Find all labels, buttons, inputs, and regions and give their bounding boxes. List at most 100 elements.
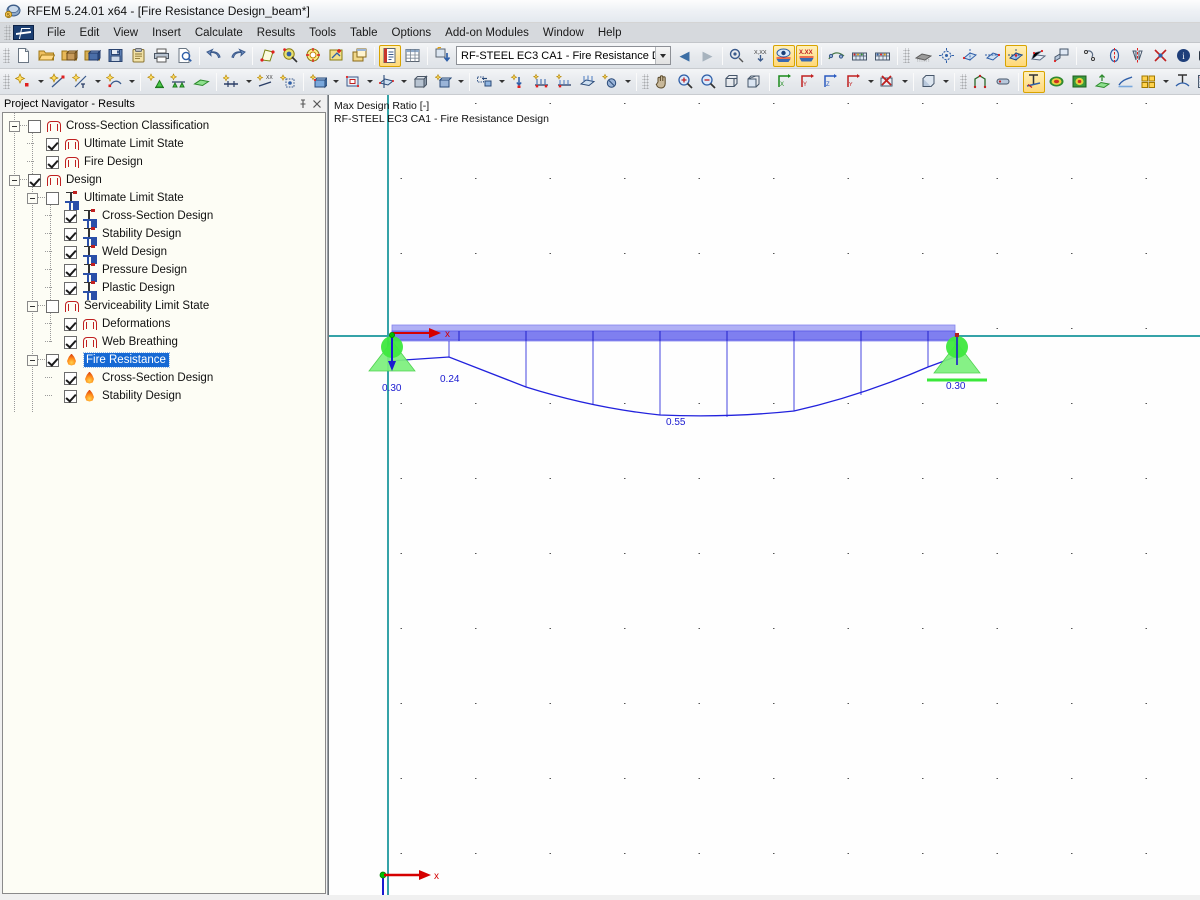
- tree-checkbox[interactable]: [28, 120, 41, 133]
- model-frame-icon[interactable]: [970, 71, 992, 93]
- copy-move-dropdown[interactable]: [496, 71, 507, 93]
- menu-item-insert[interactable]: Insert: [145, 25, 188, 41]
- view-in-neg-y-icon[interactable]: -Y: [843, 71, 865, 93]
- tree-item-cross-section-classification[interactable]: Cross-Section Classification: [3, 117, 325, 135]
- model-viewport[interactable]: Max Design Ratio [-] RF-STEEL EC3 CA1 - …: [328, 95, 1200, 895]
- new-member-dropdown[interactable]: [92, 71, 103, 93]
- tree-item-pressure-design[interactable]: Pressure Design: [3, 261, 325, 279]
- menu-item-options[interactable]: Options: [385, 25, 439, 41]
- tree-item-weld-design[interactable]: Weld Design: [3, 243, 325, 261]
- tree-checkbox[interactable]: [64, 336, 77, 349]
- new-load-case-icon[interactable]: [433, 71, 455, 93]
- tree-expander-icon[interactable]: [27, 193, 38, 204]
- design-ratio-icon[interactable]: [1023, 71, 1045, 93]
- tree-checkbox[interactable]: [64, 264, 77, 277]
- printout-report-icon[interactable]: [379, 45, 401, 67]
- loads-icon[interactable]: [727, 45, 749, 67]
- new-load-case-dropdown[interactable]: [455, 71, 466, 93]
- results-tree[interactable]: Cross-Section ClassificationUltimate Lim…: [2, 112, 326, 894]
- new-intersection-dropdown[interactable]: [398, 71, 409, 93]
- copy-window-icon[interactable]: [349, 45, 371, 67]
- redo-icon[interactable]: [227, 45, 249, 67]
- tree-checkbox[interactable]: [64, 282, 77, 295]
- menu-item-edit[interactable]: Edit: [73, 25, 107, 41]
- save-package-icon[interactable]: [82, 45, 104, 67]
- line-load-icon[interactable]: [554, 71, 576, 93]
- free-load-dropdown[interactable]: [622, 71, 633, 93]
- tree-item-deformations[interactable]: Deformations: [3, 315, 325, 333]
- clear-view-icon[interactable]: [877, 71, 899, 93]
- perspective-dropdown[interactable]: [940, 71, 951, 93]
- new-line-set-dropdown[interactable]: [126, 71, 137, 93]
- tree-expander-icon[interactable]: [9, 121, 20, 132]
- menubar-grip[interactable]: [4, 25, 11, 40]
- tree-item-cross-section-design[interactable]: Cross-Section Design: [3, 369, 325, 387]
- chevron-down-icon[interactable]: [655, 47, 670, 64]
- rfem-logo-icon[interactable]: [13, 25, 34, 40]
- zoom-in-icon[interactable]: [675, 71, 697, 93]
- tree-item-ultimate-limit-state[interactable]: Ultimate Limit State: [3, 135, 325, 153]
- open-package-icon[interactable]: [59, 45, 81, 67]
- new-line-support-icon[interactable]: [168, 71, 190, 93]
- toolbar2c-grip[interactable]: [960, 74, 967, 89]
- info-icon[interactable]: i: [1173, 45, 1195, 67]
- member-load-icon[interactable]: [531, 71, 553, 93]
- result-table-icon[interactable]: [849, 45, 871, 67]
- save-icon[interactable]: [105, 45, 127, 67]
- render-surface-icon[interactable]: [913, 45, 935, 67]
- tree-checkbox[interactable]: [46, 300, 59, 313]
- toolbar1-grip[interactable]: [3, 48, 10, 63]
- menu-item-table[interactable]: Table: [343, 25, 385, 41]
- view-in-y-icon[interactable]: Y: [797, 71, 819, 93]
- results-case-combo[interactable]: RF-STEEL EC3 CA1 - Fire Resistance Des: [456, 46, 671, 65]
- tree-item-cross-section-design[interactable]: Cross-Section Design: [3, 207, 325, 225]
- tree-checkbox[interactable]: [64, 210, 77, 223]
- surface-load-icon[interactable]: [577, 71, 599, 93]
- new-line-icon[interactable]: [47, 71, 69, 93]
- select-special-icon[interactable]: [303, 45, 325, 67]
- tree-checkbox[interactable]: [64, 246, 77, 259]
- add-load-case-icon[interactable]: [432, 45, 454, 67]
- new-member-hinge-dropdown[interactable]: [243, 71, 254, 93]
- print-icon[interactable]: [151, 45, 173, 67]
- cross-snap-icon[interactable]: [1150, 45, 1172, 67]
- work-plane-icon[interactable]: [1051, 45, 1073, 67]
- view-iso-icon[interactable]: [1005, 45, 1027, 67]
- tree-checkbox[interactable]: [64, 228, 77, 241]
- wireframe-icon[interactable]: [936, 45, 958, 67]
- zoom-out-icon[interactable]: [698, 71, 720, 93]
- menu-item-file[interactable]: File: [40, 25, 73, 41]
- tree-item-serviceability-limit-state[interactable]: Serviceability Limit State: [3, 297, 325, 315]
- measure-icon[interactable]: [1081, 45, 1103, 67]
- section-results-icon[interactable]: [1172, 71, 1194, 93]
- tree-checkbox[interactable]: [64, 318, 77, 331]
- copy-move-icon[interactable]: [474, 71, 496, 93]
- mesh-refine-icon[interactable]: [1092, 71, 1114, 93]
- next-case-button[interactable]: ▶: [697, 45, 719, 67]
- result-table2-icon[interactable]: [872, 45, 894, 67]
- tree-item-ultimate-limit-state[interactable]: Ultimate Limit State: [3, 189, 325, 207]
- new-solid-dropdown[interactable]: [330, 71, 341, 93]
- new-member-icon[interactable]: [70, 71, 92, 93]
- view-in-z-icon[interactable]: Z: [820, 71, 842, 93]
- grid-snap-icon[interactable]: [1028, 45, 1050, 67]
- tree-checkbox[interactable]: [46, 138, 59, 151]
- new-solid-icon[interactable]: [308, 71, 330, 93]
- tables-icon[interactable]: [402, 45, 424, 67]
- nodal-load-icon[interactable]: [508, 71, 530, 93]
- deformation-icon[interactable]: X,XX: [750, 45, 772, 67]
- new-opening-icon[interactable]: [342, 71, 364, 93]
- new-intersection-icon[interactable]: [376, 71, 398, 93]
- menu-item-help[interactable]: Help: [591, 25, 629, 41]
- pin-icon[interactable]: [296, 97, 310, 111]
- camera-icon[interactable]: [1196, 45, 1200, 67]
- isosurface-icon[interactable]: [1069, 71, 1091, 93]
- new-block-icon[interactable]: [410, 71, 432, 93]
- panels-icon[interactable]: [1138, 71, 1160, 93]
- view-in-neg-y-dropdown[interactable]: [865, 71, 876, 93]
- tree-checkbox[interactable]: [46, 156, 59, 169]
- smoothing-icon[interactable]: [1115, 71, 1137, 93]
- menu-item-add-on-modules[interactable]: Add-on Modules: [438, 25, 536, 41]
- new-document-icon[interactable]: [13, 45, 35, 67]
- menu-item-calculate[interactable]: Calculate: [188, 25, 250, 41]
